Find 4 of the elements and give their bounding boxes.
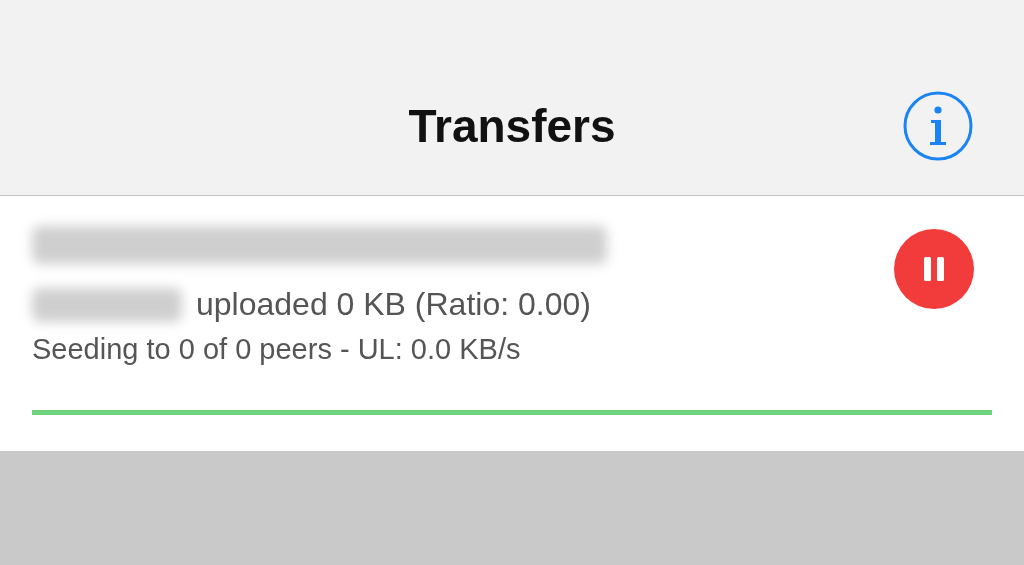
upload-details: uploaded 0 KB (Ratio: 0.00) — [196, 286, 591, 323]
nav-title: Transfers — [408, 98, 616, 153]
info-icon[interactable] — [903, 91, 973, 161]
transfer-status: Seeding to 0 of 0 peers - UL: 0.0 KB/s — [32, 333, 522, 366]
